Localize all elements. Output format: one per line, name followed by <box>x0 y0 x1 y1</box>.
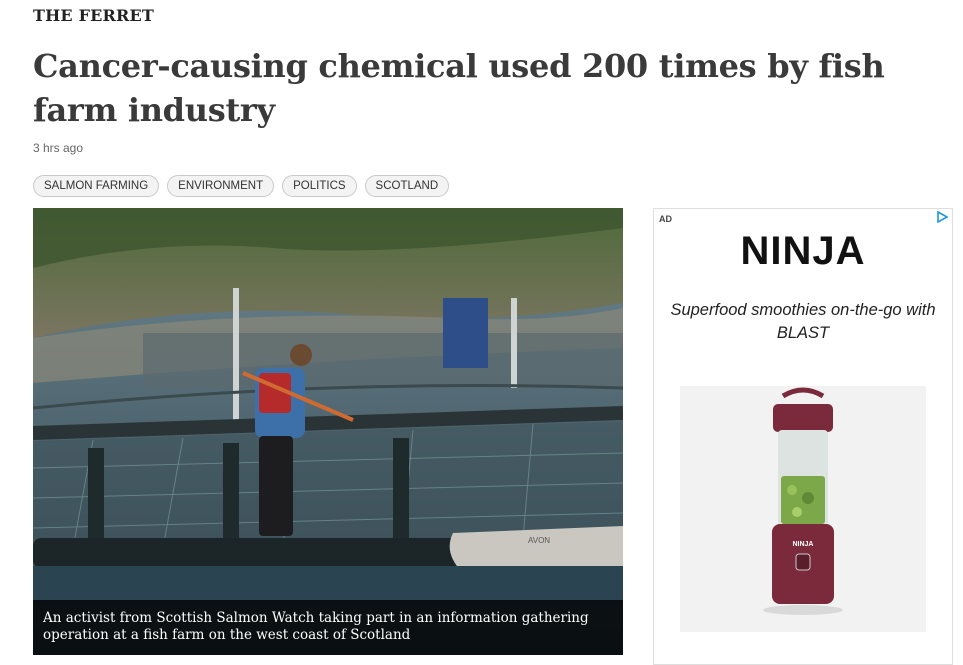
tag-scotland[interactable]: SCOTLAND <box>364 175 450 197</box>
advertisement[interactable]: AD NINJA Superfood smoothies on-the-go w… <box>653 208 953 665</box>
article-headline: Cancer-causing chemical used 200 times b… <box>33 47 885 129</box>
tag-list: SALMON FARMING ENVIRONMENT POLITICS SCOT… <box>33 175 450 197</box>
product-image[interactable]: NINJA <box>680 386 926 632</box>
article-photo[interactable]: AVON An activist from Scottish Salmon Wa… <box>33 208 623 655</box>
photo-caption-text: An activist from Scottish Salmon Watch t… <box>43 610 589 643</box>
blender-icon: NINJA <box>763 387 843 615</box>
article-timestamp: 3 hrs ago <box>33 141 84 155</box>
photo-caption: An activist from Scottish Salmon Watch t… <box>33 600 623 655</box>
source-name[interactable]: THE FERRET <box>33 6 154 25</box>
tag-environment[interactable]: ENVIRONMENT <box>167 175 275 197</box>
fish-farm-illustration: AVON <box>33 208 623 655</box>
ad-copy[interactable]: Superfood smoothies on-the-go with BLAST <box>664 299 942 345</box>
boat-text: AVON <box>528 536 550 545</box>
tag-salmon-farming[interactable]: SALMON FARMING <box>33 175 160 197</box>
product-logo-text: NINJA <box>792 541 813 548</box>
tag-politics[interactable]: POLITICS <box>282 175 357 197</box>
ad-label: AD <box>659 214 672 224</box>
brand-logo[interactable]: NINJA <box>654 229 952 274</box>
ad-choices-icon[interactable] <box>936 211 948 223</box>
